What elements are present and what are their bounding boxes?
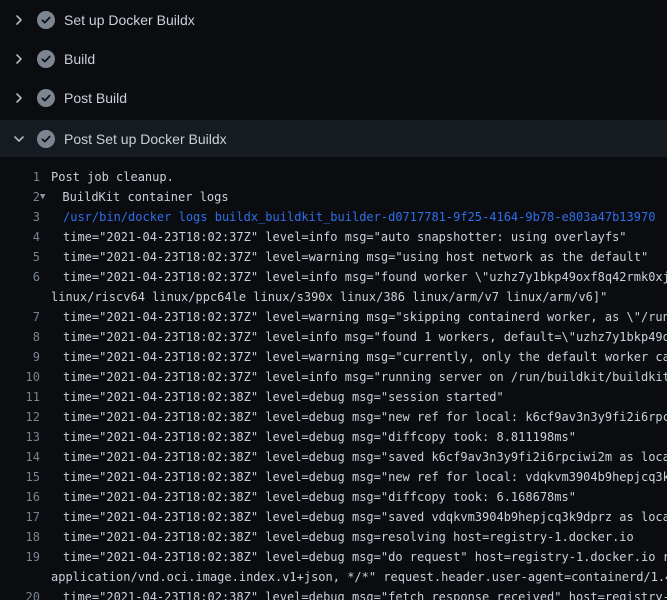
log-command-text: /usr/bin/docker logs buildx_buildkit_bui… xyxy=(63,207,655,227)
log-row: 6 time="2021-04-23T18:02:37Z" level=info… xyxy=(0,267,667,287)
step-header-post-setup-docker-buildx[interactable]: Post Set up Docker Buildx xyxy=(0,120,667,157)
log-line-text: time="2021-04-23T18:02:38Z" level=debug … xyxy=(63,527,634,547)
log-line-text: time="2021-04-23T18:02:38Z" level=debug … xyxy=(63,427,576,447)
log-row: 9 time="2021-04-23T18:02:37Z" level=warn… xyxy=(0,347,667,367)
log-line-text: time="2021-04-23T18:02:38Z" level=debug … xyxy=(63,467,667,487)
line-number[interactable]: 11 xyxy=(0,387,40,407)
line-number[interactable] xyxy=(0,287,40,307)
log-row: 14 time="2021-04-23T18:02:38Z" level=deb… xyxy=(0,447,667,467)
line-number[interactable]: 14 xyxy=(0,447,40,467)
check-circle-icon xyxy=(37,89,55,107)
log-line-text: time="2021-04-23T18:02:37Z" level=info m… xyxy=(63,267,667,287)
log-line-text: time="2021-04-23T18:02:37Z" level=info m… xyxy=(63,367,667,387)
log-row: 16 time="2021-04-23T18:02:38Z" level=deb… xyxy=(0,487,667,507)
line-number[interactable]: 18 xyxy=(0,527,40,547)
line-number[interactable]: 3 xyxy=(0,207,40,227)
log-row: 4 time="2021-04-23T18:02:37Z" level=info… xyxy=(0,227,667,247)
log-row: 1 Post job cleanup. xyxy=(0,167,667,187)
line-number[interactable]: 5 xyxy=(0,247,40,267)
line-number[interactable]: 8 xyxy=(0,327,40,347)
log-row: 19 time="2021-04-23T18:02:38Z" level=deb… xyxy=(0,547,667,567)
check-circle-icon xyxy=(37,130,55,148)
steps-list: Set up Docker Buildx Build Post Build Po… xyxy=(0,0,667,157)
log-group-toggle-icon[interactable]: ▼ xyxy=(40,187,45,207)
step-label: Build xyxy=(64,51,95,67)
check-circle-icon xyxy=(37,11,55,29)
log-row: linux/riscv64 linux/ppc64le linux/s390x … xyxy=(0,287,667,307)
log-line-text: time="2021-04-23T18:02:37Z" level=warnin… xyxy=(63,307,667,327)
line-number[interactable]: 7 xyxy=(0,307,40,327)
log-row: application/vnd.oci.image.index.v1+json,… xyxy=(0,567,667,587)
line-number[interactable] xyxy=(0,567,40,587)
line-number[interactable]: 9 xyxy=(0,347,40,367)
log-line-text: time="2021-04-23T18:02:37Z" level=warnin… xyxy=(63,347,667,367)
log-line-text: time="2021-04-23T18:02:38Z" level=debug … xyxy=(63,587,667,600)
chevron-right-icon[interactable] xyxy=(11,12,27,28)
line-number[interactable]: 10 xyxy=(0,367,40,387)
log-row: 20 time="2021-04-23T18:02:38Z" level=deb… xyxy=(0,587,667,600)
line-number[interactable]: 16 xyxy=(0,487,40,507)
log-group-label[interactable]: BuildKit container logs xyxy=(62,187,228,207)
chevron-right-icon[interactable] xyxy=(11,51,27,67)
log-line-text: time="2021-04-23T18:02:38Z" level=debug … xyxy=(63,387,504,407)
log-line-text: time="2021-04-23T18:02:37Z" level=warnin… xyxy=(63,247,648,267)
step-header-build[interactable]: Build xyxy=(0,39,667,78)
log-line-text: time="2021-04-23T18:02:37Z" level=info m… xyxy=(63,327,667,347)
line-number[interactable]: 20 xyxy=(0,587,40,600)
step-header-post-build[interactable]: Post Build xyxy=(0,78,667,117)
log-row: 11 time="2021-04-23T18:02:38Z" level=deb… xyxy=(0,387,667,407)
chevron-right-icon[interactable] xyxy=(11,90,27,106)
log-row: 7 time="2021-04-23T18:02:37Z" level=warn… xyxy=(0,307,667,327)
log-line-text: time="2021-04-23T18:02:38Z" level=debug … xyxy=(63,547,667,567)
line-number[interactable]: 12 xyxy=(0,407,40,427)
line-number[interactable]: 6 xyxy=(0,267,40,287)
log-line-text: linux/riscv64 linux/ppc64le linux/s390x … xyxy=(51,287,607,307)
log-line-text: time="2021-04-23T18:02:37Z" level=info m… xyxy=(63,227,627,247)
step-header-setup-docker-buildx[interactable]: Set up Docker Buildx xyxy=(0,0,667,39)
log-row: 10 time="2021-04-23T18:02:37Z" level=inf… xyxy=(0,367,667,387)
step-label: Post Set up Docker Buildx xyxy=(64,131,227,147)
line-number[interactable]: 17 xyxy=(0,507,40,527)
step-label: Set up Docker Buildx xyxy=(64,12,195,28)
line-number[interactable]: 1 xyxy=(0,167,40,187)
line-number[interactable]: 2 xyxy=(0,187,40,207)
step-label: Post Build xyxy=(64,90,127,106)
log-line-text: Post job cleanup. xyxy=(51,167,174,187)
log-line-text: application/vnd.oci.image.index.v1+json,… xyxy=(51,567,667,587)
log-output: 1 Post job cleanup. 2 ▼ BuildKit containe… xyxy=(0,157,667,600)
log-row: 5 time="2021-04-23T18:02:37Z" level=warn… xyxy=(0,247,667,267)
log-line-text: time="2021-04-23T18:02:38Z" level=debug … xyxy=(63,447,667,467)
line-number[interactable]: 13 xyxy=(0,427,40,447)
log-line-text: time="2021-04-23T18:02:38Z" level=debug … xyxy=(63,407,667,427)
log-row: 12 time="2021-04-23T18:02:38Z" level=deb… xyxy=(0,407,667,427)
log-line-text: time="2021-04-23T18:02:38Z" level=debug … xyxy=(63,487,576,507)
check-circle-icon xyxy=(37,50,55,68)
line-number[interactable]: 19 xyxy=(0,547,40,567)
log-row: 18 time="2021-04-23T18:02:38Z" level=deb… xyxy=(0,527,667,547)
log-row: 2 ▼ BuildKit container logs xyxy=(0,187,667,207)
log-row: 3 /usr/bin/docker logs buildx_buildkit_b… xyxy=(0,207,667,227)
log-row: 15 time="2021-04-23T18:02:38Z" level=deb… xyxy=(0,467,667,487)
log-row: 8 time="2021-04-23T18:02:37Z" level=info… xyxy=(0,327,667,347)
line-number[interactable]: 4 xyxy=(0,227,40,247)
log-row: 13 time="2021-04-23T18:02:38Z" level=deb… xyxy=(0,427,667,447)
line-number[interactable]: 15 xyxy=(0,467,40,487)
log-row: 17 time="2021-04-23T18:02:38Z" level=deb… xyxy=(0,507,667,527)
chevron-down-icon[interactable] xyxy=(11,131,27,147)
log-line-text: time="2021-04-23T18:02:38Z" level=debug … xyxy=(63,507,667,527)
